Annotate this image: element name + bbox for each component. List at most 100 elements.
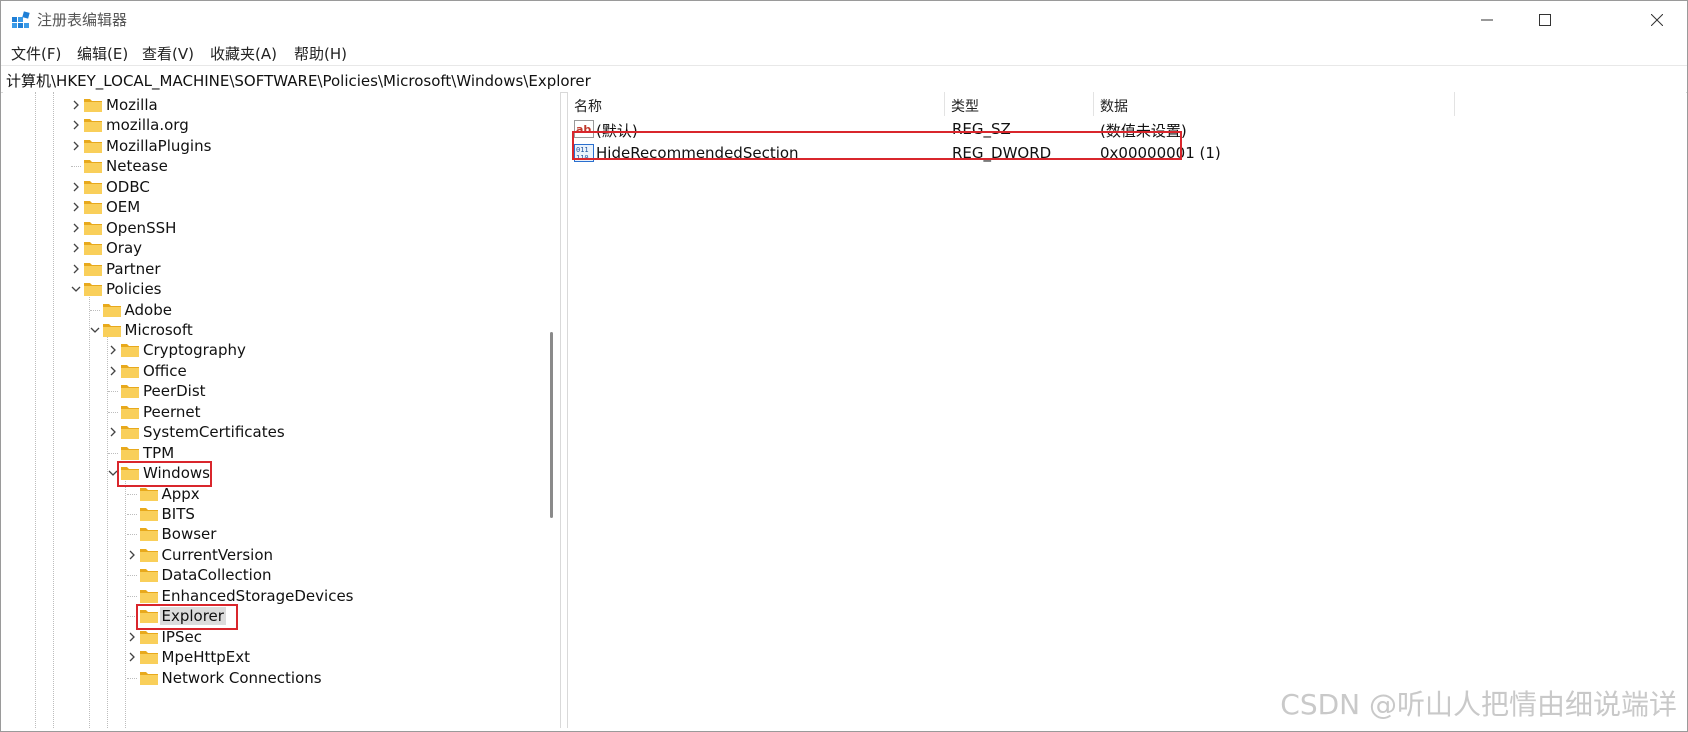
tree-item-bowser[interactable]: Bowser xyxy=(3,523,547,545)
chevron-right-icon[interactable] xyxy=(69,139,83,153)
chevron-right-icon[interactable] xyxy=(69,241,83,255)
address-bar[interactable]: 计算机\HKEY_LOCAL_MACHINE\SOFTWARE\Policies… xyxy=(1,65,1687,93)
tree-item-mozilla[interactable]: Mozilla xyxy=(3,94,547,116)
column-header-name[interactable]: 名称 xyxy=(568,92,945,116)
folder-icon xyxy=(121,385,139,399)
folder-icon xyxy=(121,405,139,419)
tree-item-appx[interactable]: Appx xyxy=(3,483,547,505)
tree-item-network-connections[interactable]: Network Connections xyxy=(3,667,547,689)
tree-item-datacollection[interactable]: DataCollection xyxy=(3,564,547,586)
tree-item-currentversion[interactable]: CurrentVersion xyxy=(3,544,547,566)
registry-editor-icon xyxy=(12,11,30,28)
chevron-right-icon[interactable] xyxy=(125,548,139,562)
column-header-data[interactable]: 数据 xyxy=(1094,92,1455,116)
tree-connector xyxy=(89,309,100,311)
tree-item-label: PeerDist xyxy=(143,382,206,401)
tree-item-mozillaplugins[interactable]: MozillaPlugins xyxy=(3,135,547,157)
window-title: 注册表编辑器 xyxy=(37,11,128,29)
tree-item-tpm[interactable]: TPM xyxy=(3,442,547,464)
folder-icon xyxy=(139,569,158,583)
address-path[interactable]: 计算机\HKEY_LOCAL_MACHINE\SOFTWARE\Policies… xyxy=(6,70,591,91)
tree-item-bits[interactable]: BITS xyxy=(3,503,547,525)
folder-icon xyxy=(121,446,139,460)
tree-item-enhancedstoragedevices[interactable]: EnhancedStorageDevices xyxy=(3,585,547,607)
chevron-right-icon[interactable] xyxy=(69,200,83,214)
chevron-down-icon[interactable] xyxy=(69,282,83,296)
tree-item-cryptography[interactable]: Cryptography xyxy=(3,339,547,361)
tree-item-label: BITS xyxy=(161,505,195,523)
tree-item-label: IPSec xyxy=(161,627,202,646)
folder-icon xyxy=(84,160,102,174)
chevron-right-icon[interactable] xyxy=(69,98,83,112)
folder-icon xyxy=(102,323,121,337)
tree-item-policies[interactable]: Policies xyxy=(3,278,547,300)
chevron-right-icon[interactable] xyxy=(106,425,120,439)
tree-item-label: OpenSSH xyxy=(106,218,177,237)
tree-item-windows[interactable]: Windows xyxy=(3,462,547,484)
maximize-button[interactable] xyxy=(1515,1,1575,39)
values-list-pane[interactable]: 名称 类型 数据 ab (默认) REG_SZ (数值未设置) 011 110 … xyxy=(567,92,1686,728)
tree-item-mpehttpext[interactable]: MpeHttpExt xyxy=(3,646,547,668)
tree-item-microsoft[interactable]: Microsoft xyxy=(3,319,547,341)
folder-icon xyxy=(84,201,102,215)
tree-item-openssh[interactable]: OpenSSH xyxy=(3,217,547,239)
tree-item-oray[interactable]: Oray xyxy=(3,237,547,259)
folder-icon xyxy=(139,651,158,665)
menu-favorites[interactable]: 收藏夹(A) xyxy=(210,43,277,64)
folder-icon xyxy=(84,283,102,297)
tree-connector xyxy=(126,677,137,679)
tree-item-label: EnhancedStorageDevices xyxy=(161,586,354,605)
tree-item-label: SystemCertificates xyxy=(143,423,285,442)
highlight-box-value xyxy=(572,131,1182,160)
tree-item-label: CurrentVersion xyxy=(161,545,274,564)
chevron-right-icon[interactable] xyxy=(125,650,139,664)
tree-item-label: Oray xyxy=(106,239,143,258)
folder-icon xyxy=(139,548,158,562)
tree-scrollbar-thumb[interactable] xyxy=(550,332,553,518)
menu-view[interactable]: 查看(V) xyxy=(142,43,194,64)
chevron-down-icon[interactable] xyxy=(88,323,102,337)
tree-item-odbc[interactable]: ODBC xyxy=(3,176,547,198)
tree-item-peerdist[interactable]: PeerDist xyxy=(3,380,547,402)
close-icon xyxy=(1651,14,1663,26)
folder-icon xyxy=(121,344,139,358)
tree-item-label: mozilla.org xyxy=(106,116,189,135)
menu-edit[interactable]: 编辑(E) xyxy=(77,43,128,64)
menu-help[interactable]: 帮助(H) xyxy=(294,43,347,64)
tree-connector xyxy=(108,411,118,413)
close-button[interactable] xyxy=(1627,1,1687,39)
minimize-button[interactable] xyxy=(1457,1,1517,39)
chevron-right-icon[interactable] xyxy=(69,221,83,235)
maximize-icon xyxy=(1539,14,1551,26)
tree-item-mozilla-org[interactable]: mozilla.org xyxy=(3,114,547,136)
column-header-type[interactable]: 类型 xyxy=(945,92,1094,116)
tree-item-label: Policies xyxy=(106,280,162,299)
chevron-right-icon[interactable] xyxy=(69,180,83,194)
tree-item-adobe[interactable]: Adobe xyxy=(3,299,547,321)
chevron-right-icon[interactable] xyxy=(106,343,120,357)
folder-icon xyxy=(84,139,102,153)
tree-item-netease[interactable]: Netease xyxy=(3,155,547,177)
folder-icon xyxy=(84,262,102,276)
folder-icon xyxy=(139,589,158,603)
chevron-right-icon[interactable] xyxy=(125,630,139,644)
tree-item-label: MpeHttpExt xyxy=(161,648,251,667)
chevron-right-icon[interactable] xyxy=(106,364,120,378)
tree-item-explorer[interactable]: Explorer xyxy=(3,605,547,627)
tree-connector xyxy=(108,391,118,393)
folder-icon xyxy=(139,508,158,521)
tree-item-partner[interactable]: Partner xyxy=(3,258,547,280)
chevron-right-icon[interactable] xyxy=(69,118,83,132)
tree-item-office[interactable]: Office xyxy=(3,360,547,382)
tree-item-oem[interactable]: OEM xyxy=(3,196,547,218)
tree-item-label: Peernet xyxy=(143,402,201,421)
tree-item-ipsec[interactable]: IPSec xyxy=(3,626,547,648)
tree-item-peernet[interactable]: Peernet xyxy=(3,401,547,423)
menu-file[interactable]: 文件(F) xyxy=(11,43,61,64)
tree-item-systemcertificates[interactable]: SystemCertificates xyxy=(3,421,547,443)
key-tree-pane[interactable]: Mozilla mozilla.org MozillaPlugins Netease O… xyxy=(3,92,561,728)
folder-icon xyxy=(139,528,158,542)
tree-connector xyxy=(108,452,118,454)
folder-icon xyxy=(84,119,102,133)
chevron-right-icon[interactable] xyxy=(69,262,83,276)
